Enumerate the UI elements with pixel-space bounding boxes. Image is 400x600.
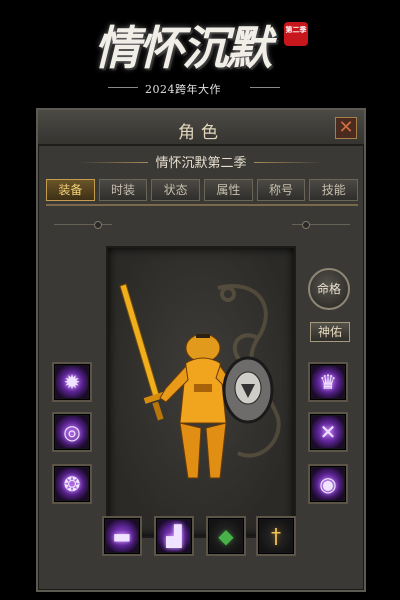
crossed-blades-icon: ✕ xyxy=(319,420,337,444)
character-name-row: 情怀沉默第二季 xyxy=(38,152,364,174)
equip-slot-right-2[interactable]: ✕ xyxy=(308,412,348,452)
hero-figure xyxy=(119,283,281,479)
green-gem-icon: ◆ xyxy=(218,524,234,548)
divider-line-left-short xyxy=(102,224,112,225)
necklace-icon: ◎ xyxy=(63,420,81,444)
blessing-button[interactable]: 神佑 xyxy=(310,322,350,342)
dagger-icon: † xyxy=(271,524,281,548)
panel-title: 角色 xyxy=(178,123,224,143)
equip-slot-bottom-1[interactable]: ▬ xyxy=(102,516,142,556)
name-ornament-right xyxy=(254,162,324,163)
tab-fashion[interactable]: 时装 xyxy=(98,179,148,201)
shield-icon xyxy=(222,356,274,424)
logo-season-badge: 第二季 xyxy=(284,22,308,46)
flower-emblem-icon: ✹ xyxy=(63,370,81,394)
fate-button[interactable]: 命格 xyxy=(308,268,350,310)
tab-bar: 装备 时装 状态 属性 称号 技能 xyxy=(46,179,359,203)
equip-slot-left-2[interactable]: ◎ xyxy=(52,412,92,452)
bracelet-icon: ❂ xyxy=(63,472,81,496)
boots-icon: ▟ xyxy=(166,524,182,548)
tab-underline xyxy=(46,204,358,206)
divider-knob-right xyxy=(302,221,310,229)
logo-divider-left xyxy=(108,87,138,88)
logo-divider-right xyxy=(250,87,280,88)
panel-header: 角色 ✕ xyxy=(38,110,364,146)
character-panel: 角色 ✕ 情怀沉默第二季 装备 时装 状态 属性 称号 技能 命格 神佑 ✹ ◎… xyxy=(36,108,366,592)
game-logo: 情怀沉默 第二季 2024跨年大作 xyxy=(0,0,400,108)
equip-slot-left-1[interactable]: ✹ xyxy=(52,362,92,402)
armor-icon xyxy=(159,333,237,479)
tab-skills[interactable]: 技能 xyxy=(309,179,359,201)
section-divider xyxy=(54,221,350,229)
equip-slot-left-3[interactable]: ❂ xyxy=(52,464,92,504)
equip-slot-bottom-4[interactable]: † xyxy=(256,516,296,556)
belt-icon: ▬ xyxy=(112,524,132,548)
logo-title: 情怀沉默 xyxy=(94,21,272,75)
tab-equipment[interactable]: 装备 xyxy=(46,179,95,201)
equip-slot-bottom-3[interactable]: ◆ xyxy=(206,516,246,556)
helmet-icon: ♛ xyxy=(319,370,337,394)
equip-slot-right-3[interactable]: ◉ xyxy=(308,464,348,504)
close-button[interactable]: ✕ xyxy=(335,117,357,139)
divider-line-left xyxy=(54,224,94,225)
tab-status[interactable]: 状态 xyxy=(151,179,201,201)
divider-line-right xyxy=(310,224,350,225)
character-model-view xyxy=(106,246,296,538)
ring-icon: ◉ xyxy=(319,472,337,496)
divider-knob-left xyxy=(94,221,102,229)
equip-slot-bottom-2[interactable]: ▟ xyxy=(154,516,194,556)
logo-subtitle: 2024跨年大作 xyxy=(145,83,221,96)
equip-slot-right-1[interactable]: ♛ xyxy=(308,362,348,402)
tab-attributes[interactable]: 属性 xyxy=(204,179,253,201)
divider-line-right-short xyxy=(292,224,302,225)
tab-titles[interactable]: 称号 xyxy=(256,179,306,201)
